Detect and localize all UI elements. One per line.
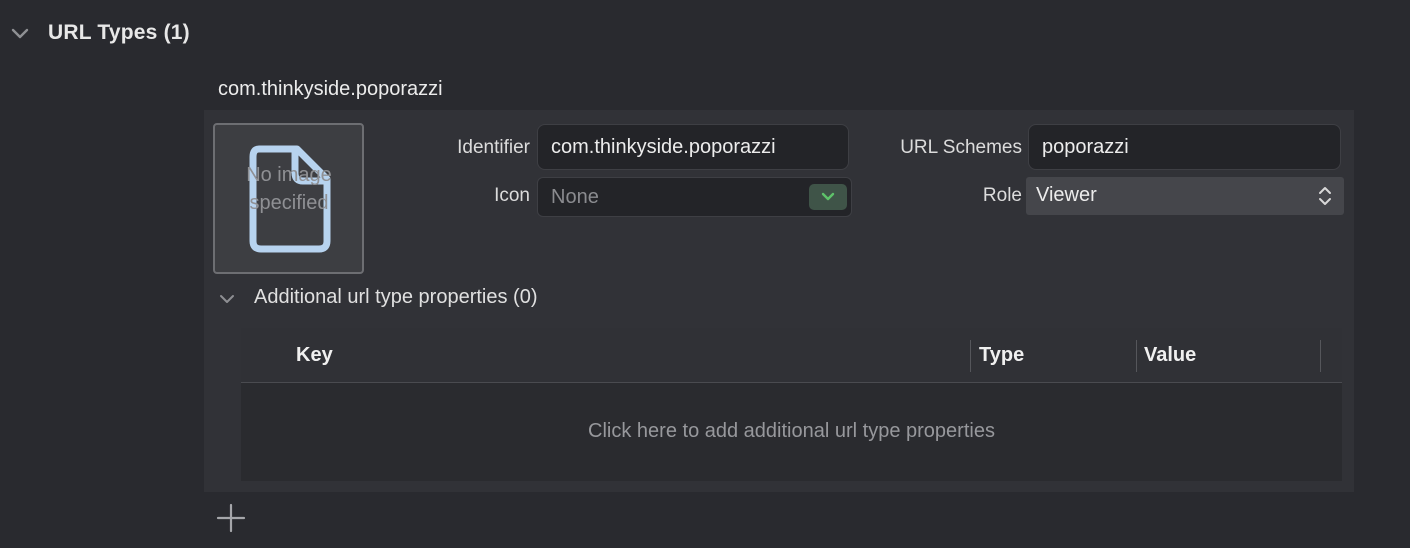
identifier-field[interactable]: com.thinkyside.poporazzi xyxy=(537,124,849,170)
icon-combo-dropdown-button[interactable] xyxy=(809,184,847,210)
no-image-placeholder: No image specified xyxy=(246,164,332,214)
url-schemes-field[interactable]: poporazzi xyxy=(1028,124,1341,170)
additional-properties-table[interactable]: Key Type Value Click here to add additio… xyxy=(241,328,1342,481)
column-header-value[interactable]: Value xyxy=(1144,344,1196,367)
table-header: Key Type Value xyxy=(241,328,1342,383)
role-popup-value: Viewer xyxy=(1036,184,1097,206)
additional-properties-title: Additional url type properties (0) xyxy=(254,286,538,308)
icon-image-well[interactable]: No image specified xyxy=(213,123,364,274)
role-label: Role xyxy=(982,185,1022,206)
column-header-key[interactable]: Key xyxy=(296,344,333,367)
url-schemes-label: URL Schemes xyxy=(900,137,1022,158)
role-popup-button[interactable]: Viewer xyxy=(1026,177,1344,215)
column-header-type[interactable]: Type xyxy=(979,344,1024,367)
column-divider[interactable] xyxy=(970,340,971,372)
section-disclosure-chevron-icon[interactable] xyxy=(10,24,30,44)
column-divider[interactable] xyxy=(1320,340,1321,372)
additional-properties-chevron-icon[interactable] xyxy=(218,290,236,308)
column-divider[interactable] xyxy=(1136,340,1137,372)
chevron-down-icon xyxy=(821,192,835,201)
up-down-arrows-icon xyxy=(1318,185,1332,212)
icon-combo-value: None xyxy=(551,186,599,208)
add-properties-prompt[interactable]: Click here to add additional url type pr… xyxy=(241,420,1342,443)
icon-label: Icon xyxy=(494,185,530,206)
identifier-label: Identifier xyxy=(457,137,530,158)
icon-combo-box[interactable]: None xyxy=(537,177,852,217)
section-title: URL Types (1) xyxy=(48,21,190,44)
plus-icon[interactable] xyxy=(216,503,246,533)
url-type-entry-title: com.thinkyside.poporazzi xyxy=(218,78,443,100)
